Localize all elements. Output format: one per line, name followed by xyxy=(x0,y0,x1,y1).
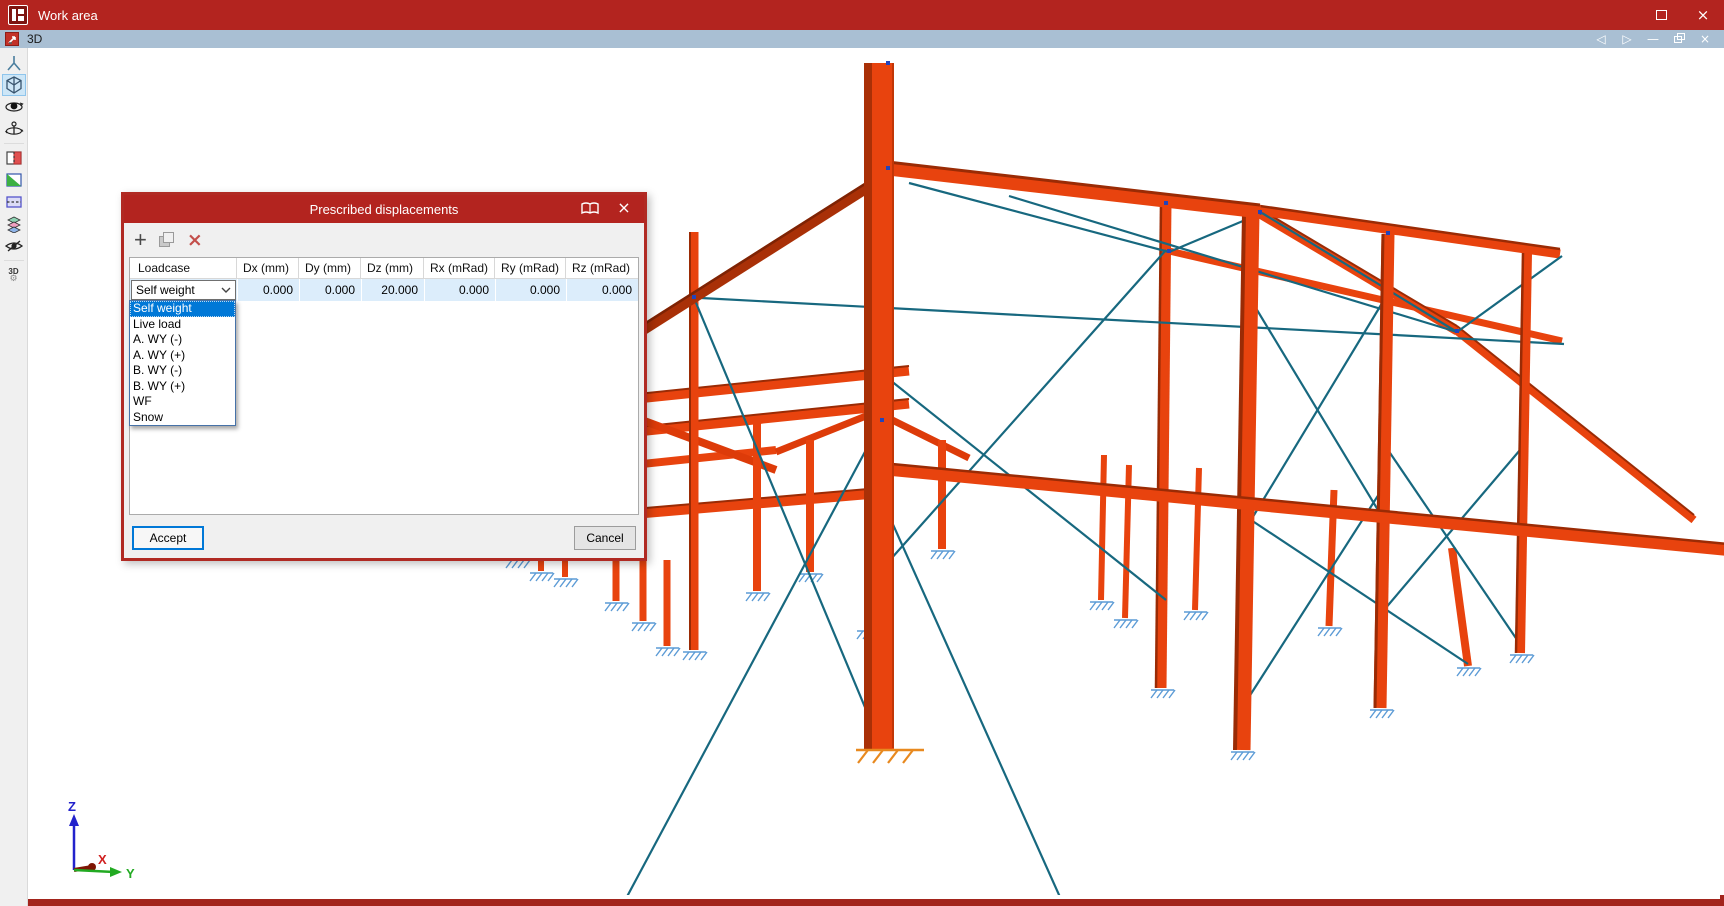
dropdown-option-self-weight[interactable]: Self weight xyxy=(130,301,235,317)
z-axis-label: Z xyxy=(68,799,76,814)
accept-button[interactable]: Accept xyxy=(132,526,204,550)
delete-row-button[interactable]: × xyxy=(187,231,203,250)
pan-rotate-tool[interactable] xyxy=(2,118,26,140)
col-rz: Rz (mRad) xyxy=(572,261,631,275)
tab-3d[interactable]: 3D xyxy=(27,32,42,46)
section-tool[interactable] xyxy=(2,147,26,169)
dx-cell[interactable]: 0.000 xyxy=(237,279,299,301)
view-cube-tool[interactable] xyxy=(1,74,26,96)
dropdown-option-a-wy-minus[interactable]: A. WY (-) xyxy=(130,332,235,348)
frame-node-icon xyxy=(6,56,21,71)
dropdown-option-a-wy-plus[interactable]: A. WY (+) xyxy=(130,348,235,364)
col-rx: Rx (mRad) xyxy=(424,258,495,278)
application-window: Work area × 3D ◁ ▷ — × 3D ⚙ Z X Y Prescr… xyxy=(0,0,1724,906)
close-button[interactable]: × xyxy=(1682,0,1724,30)
dialog-footer: Accept Cancel xyxy=(124,518,644,558)
dz-cell[interactable]: 20.000 xyxy=(361,279,424,301)
dialog-title: Prescribed displacements xyxy=(309,201,459,217)
chevron-down-icon xyxy=(221,287,231,293)
x-axis-label: X xyxy=(98,852,107,867)
y-axis-label: Y xyxy=(126,866,135,881)
rx-cell[interactable]: 0.000 xyxy=(424,279,495,301)
axes-triad: Z X Y xyxy=(68,799,135,881)
view-tabbar: 3D ◁ ▷ — × xyxy=(0,30,1724,48)
3d-settings-icon: 3D ⚙ xyxy=(8,266,19,284)
table-row: Self weight 0.000 0.000 20.000 0.000 0.0… xyxy=(130,279,638,301)
layers-tool[interactable] xyxy=(2,213,26,235)
copy-row-button[interactable] xyxy=(158,232,175,248)
tool-sidebar: 3D ⚙ xyxy=(0,48,28,906)
pan-rotate-icon xyxy=(4,121,23,135)
restore-view-button[interactable] xyxy=(1668,32,1690,46)
dialog-close-button[interactable]: × xyxy=(614,198,634,217)
dropdown-option-b-wy-minus[interactable]: B. WY (-) xyxy=(130,363,235,379)
rz-cell[interactable]: 0.000 xyxy=(566,279,638,301)
loadcase-combobox-value: Self weight xyxy=(136,283,195,297)
col-dy: Dy (mm) xyxy=(299,258,361,278)
eye-off-icon xyxy=(4,240,23,252)
col-loadcase: Loadcase xyxy=(130,258,237,278)
cancel-button[interactable]: Cancel xyxy=(574,526,636,550)
section-icon xyxy=(5,151,22,165)
dropdown-option-wf[interactable]: WF xyxy=(130,394,235,410)
layers-icon xyxy=(6,216,21,233)
restore-icon xyxy=(1673,33,1685,43)
col-dx: Dx (mm) xyxy=(237,258,299,278)
3d-view-icon xyxy=(5,32,19,46)
col-dz: Dz (mm) xyxy=(361,258,424,278)
dropdown-option-snow[interactable]: Snow xyxy=(130,410,235,426)
app-icon xyxy=(8,5,28,25)
dialog-titlebar[interactable]: Prescribed displacements × xyxy=(124,195,644,223)
sidebar-separator xyxy=(3,260,24,261)
orbit-tool[interactable] xyxy=(2,96,26,118)
prescribed-displacements-dialog: Prescribed displacements × + × Loadcase … xyxy=(121,192,647,561)
3d-settings-tool[interactable]: 3D ⚙ xyxy=(2,264,26,286)
dy-cell[interactable]: 0.000 xyxy=(299,279,361,301)
close-view-button[interactable]: × xyxy=(1694,32,1716,46)
frame-node-tool[interactable] xyxy=(2,52,26,74)
window-titlebar: Work area × xyxy=(0,0,1724,30)
slope-view-tool[interactable] xyxy=(2,169,26,191)
view-cube-icon xyxy=(5,76,22,94)
dialog-toolbar: + × xyxy=(124,223,644,257)
ry-cell[interactable]: 0.000 xyxy=(495,279,566,301)
dropdown-option-live-load[interactable]: Live load xyxy=(130,317,235,333)
loadcase-dropdown-list: Self weight Live load A. WY (-) A. WY (+… xyxy=(129,300,236,426)
maximize-icon xyxy=(1655,10,1667,20)
table-header: Loadcase Dx (mm) Dy (mm) Dz (mm) Rx (mRa… xyxy=(130,258,638,279)
help-book-icon[interactable] xyxy=(580,201,600,219)
hide-elements-tool[interactable] xyxy=(2,235,26,257)
clip-plane-icon xyxy=(5,196,22,208)
dropdown-option-b-wy-plus[interactable]: B. WY (+) xyxy=(130,379,235,395)
orbit-icon xyxy=(4,102,24,112)
col-ry: Ry (mRad) xyxy=(495,258,566,278)
window-title: Work area xyxy=(38,7,98,23)
sidebar-separator xyxy=(3,143,24,144)
nav-back-button[interactable]: ◁ xyxy=(1590,32,1612,46)
loadcase-cell: Self weight xyxy=(130,279,237,301)
minimize-view-button[interactable]: — xyxy=(1642,32,1664,46)
add-row-button[interactable]: + xyxy=(134,229,147,251)
loadcase-combobox[interactable]: Self weight xyxy=(131,280,236,300)
nav-forward-button[interactable]: ▷ xyxy=(1616,32,1638,46)
slope-view-icon xyxy=(5,173,22,187)
maximize-button[interactable] xyxy=(1640,0,1682,30)
clip-plane-tool[interactable] xyxy=(2,191,26,213)
